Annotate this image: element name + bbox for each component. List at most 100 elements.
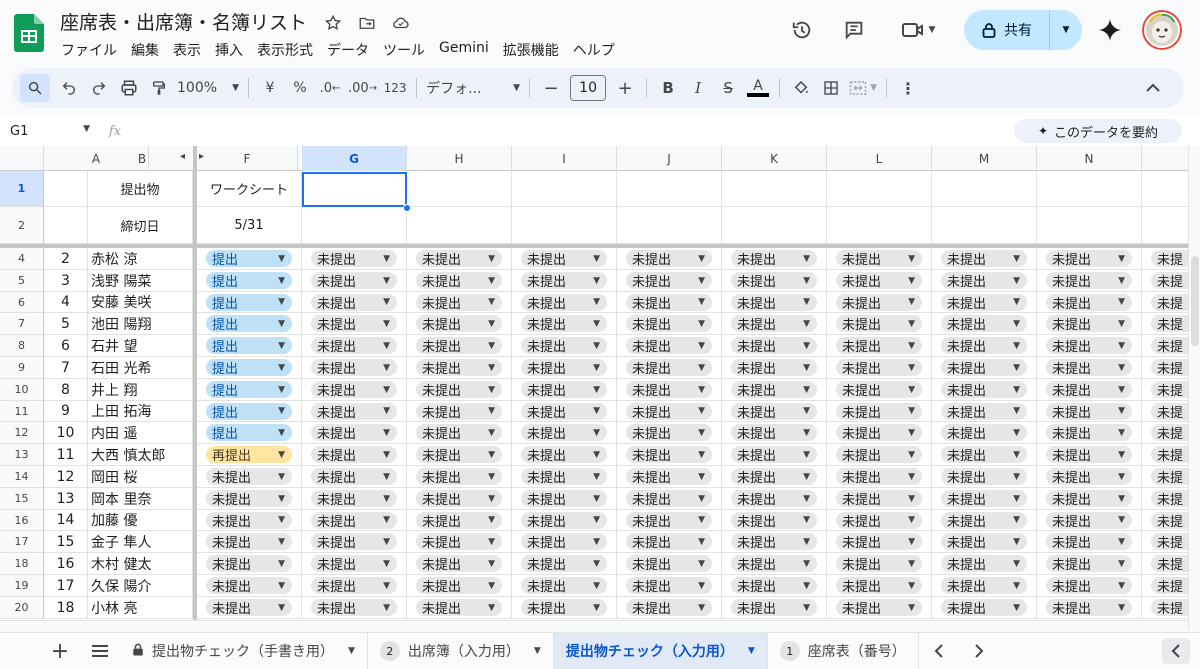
status-dropdown-chip[interactable]: 未提出 ▼ bbox=[626, 250, 712, 268]
submission-status-cell[interactable]: 未提出 ▼ bbox=[512, 531, 617, 553]
submission-status-cell[interactable]: 未提出 ▼ bbox=[1037, 379, 1142, 401]
student-name-cell[interactable]: 内田 遥 bbox=[88, 422, 193, 444]
share-dropdown-icon[interactable]: ▼ bbox=[1050, 25, 1082, 35]
submission-status-cell[interactable]: 提出 ▼ bbox=[197, 335, 302, 357]
submission-status-cell[interactable]: 未提出 ▼ bbox=[512, 466, 617, 488]
row-header-17[interactable]: 17 bbox=[0, 531, 44, 553]
submission-status-cell[interactable]: 未提出 ▼ bbox=[617, 510, 722, 531]
font-size-input[interactable]: 10 bbox=[570, 75, 607, 101]
submission-status-cell[interactable]: 未提出 ▼ bbox=[722, 335, 827, 357]
percent-format-button[interactable]: % bbox=[285, 74, 315, 102]
document-title[interactable]: 座席表・出席簿・名簿リスト bbox=[60, 8, 307, 35]
status-dropdown-chip[interactable]: 未提出 ▼ bbox=[731, 359, 817, 377]
submission-status-cell[interactable]: 未提出 ▼ bbox=[722, 488, 827, 510]
more-options-icon[interactable]: ⋮ bbox=[893, 74, 923, 102]
submission-status-cell[interactable]: 未提出 ▼ bbox=[512, 422, 617, 444]
horizontal-scrollbar[interactable] bbox=[0, 620, 1188, 632]
column-header-k[interactable]: K bbox=[722, 146, 827, 171]
status-dropdown-chip[interactable]: 未提出 ▼ bbox=[311, 402, 397, 421]
row-header-8[interactable]: 8 bbox=[0, 335, 44, 357]
submission-status-cell-partial[interactable]: 未提 bbox=[1142, 466, 1188, 488]
submission-status-cell[interactable]: 未提出 ▼ bbox=[722, 597, 827, 619]
status-dropdown-chip[interactable]: 未提 bbox=[1151, 250, 1188, 268]
submission-status-cell[interactable]: 未提出 ▼ bbox=[407, 401, 512, 422]
submission-status-cell[interactable]: 提出 ▼ bbox=[197, 292, 302, 313]
submission-status-cell[interactable]: 未提出 ▼ bbox=[407, 575, 512, 597]
menu-extensions[interactable]: 拡張機能 bbox=[496, 38, 566, 62]
status-dropdown-chip[interactable]: 未提出 ▼ bbox=[626, 599, 712, 617]
submission-status-cell[interactable]: 未提出 ▼ bbox=[512, 292, 617, 313]
status-dropdown-chip[interactable]: 未提出 ▼ bbox=[416, 402, 502, 421]
student-name-cell[interactable]: 池田 陽翔 bbox=[88, 313, 193, 335]
status-dropdown-chip[interactable]: 未提出 ▼ bbox=[941, 381, 1027, 399]
sheet-tab[interactable]: 提出物チェック（入力用） ▼ bbox=[553, 633, 768, 669]
submission-status-cell[interactable]: 未提出 ▼ bbox=[722, 575, 827, 597]
status-dropdown-chip[interactable]: 未提出 ▼ bbox=[311, 359, 397, 377]
student-name-cell[interactable]: 木村 健太 bbox=[88, 553, 193, 575]
submission-status-cell[interactable]: 未提出 ▼ bbox=[722, 466, 827, 488]
status-dropdown-chip[interactable]: 未提出 ▼ bbox=[416, 599, 502, 617]
status-dropdown-chip[interactable]: 未提出 ▼ bbox=[731, 293, 817, 312]
status-dropdown-chip[interactable]: 未提出 ▼ bbox=[206, 468, 292, 486]
status-dropdown-chip[interactable]: 未提出 ▼ bbox=[941, 555, 1027, 573]
student-number-cell[interactable]: 15 bbox=[44, 531, 88, 553]
share-button[interactable]: 共有 ▼ bbox=[964, 10, 1082, 50]
menu-insert[interactable]: 挿入 bbox=[208, 38, 250, 62]
status-dropdown-chip[interactable]: 未提出 ▼ bbox=[941, 468, 1027, 486]
student-number-cell[interactable]: 13 bbox=[44, 488, 88, 510]
submission-status-cell[interactable]: 未提出 ▼ bbox=[302, 466, 407, 488]
status-dropdown-chip[interactable]: 未提出 ▼ bbox=[836, 555, 922, 573]
row-header-11[interactable]: 11 bbox=[0, 401, 44, 422]
status-dropdown-chip[interactable]: 未提出 ▼ bbox=[1046, 599, 1132, 617]
status-dropdown-chip[interactable]: 未提出 ▼ bbox=[941, 490, 1027, 508]
submission-status-cell[interactable]: 未提出 ▼ bbox=[407, 444, 512, 466]
submission-status-cell-partial[interactable]: 未提 bbox=[1142, 575, 1188, 597]
submission-status-cell[interactable]: 未提出 ▼ bbox=[827, 510, 932, 531]
status-dropdown-chip[interactable]: 未提出 ▼ bbox=[311, 315, 397, 333]
menu-data[interactable]: データ bbox=[320, 38, 376, 62]
move-folder-icon[interactable] bbox=[354, 12, 380, 34]
status-dropdown-chip[interactable]: 未提出 ▼ bbox=[416, 555, 502, 573]
zoom-select[interactable]: 100% ▼ bbox=[174, 74, 242, 102]
submission-status-cell-partial[interactable]: 未提 bbox=[1142, 444, 1188, 466]
cell-empty[interactable] bbox=[1142, 207, 1188, 244]
submission-status-cell[interactable]: 提出 ▼ bbox=[197, 357, 302, 379]
status-dropdown-chip[interactable]: 未提出 ▼ bbox=[311, 468, 397, 486]
submission-status-cell-partial[interactable]: 未提 bbox=[1142, 248, 1188, 270]
menu-tools[interactable]: ツール bbox=[376, 38, 432, 62]
status-dropdown-chip[interactable]: 未提出 ▼ bbox=[731, 468, 817, 486]
submission-status-cell[interactable]: 未提出 ▼ bbox=[932, 357, 1037, 379]
cell-header-label[interactable]: 提出物 bbox=[88, 171, 193, 207]
frozen-column-divider[interactable] bbox=[193, 146, 197, 620]
submission-status-cell[interactable]: 未提出 ▼ bbox=[512, 553, 617, 575]
submission-status-cell[interactable]: 未提出 ▼ bbox=[932, 531, 1037, 553]
status-dropdown-chip[interactable]: 未提 bbox=[1151, 490, 1188, 508]
status-dropdown-chip[interactable]: 未提出 ▼ bbox=[731, 599, 817, 617]
menu-help[interactable]: ヘルプ bbox=[566, 38, 622, 62]
submission-status-cell[interactable]: 未提出 ▼ bbox=[722, 292, 827, 313]
status-dropdown-chip[interactable]: 未提出 ▼ bbox=[521, 359, 607, 377]
menu-format[interactable]: 表示形式 bbox=[250, 38, 320, 62]
status-dropdown-chip[interactable]: 未提出 ▼ bbox=[521, 272, 607, 290]
status-dropdown-chip[interactable]: 未提出 ▼ bbox=[731, 490, 817, 508]
submission-status-cell[interactable]: 未提出 ▼ bbox=[932, 292, 1037, 313]
student-number-cell[interactable]: 17 bbox=[44, 575, 88, 597]
status-dropdown-chip[interactable]: 未提出 ▼ bbox=[731, 272, 817, 290]
row-header-10[interactable]: 10 bbox=[0, 379, 44, 401]
submission-status-cell-partial[interactable]: 未提 bbox=[1142, 422, 1188, 444]
status-dropdown-chip[interactable]: 提出 ▼ bbox=[206, 424, 292, 442]
status-dropdown-chip[interactable]: 提出 ▼ bbox=[206, 293, 292, 312]
chevron-down-icon[interactable]: ▼ bbox=[348, 646, 355, 656]
all-sheets-icon[interactable] bbox=[80, 635, 120, 667]
submission-status-cell[interactable]: 未提出 ▼ bbox=[302, 510, 407, 531]
status-dropdown-chip[interactable]: 未提出 ▼ bbox=[836, 577, 922, 595]
status-dropdown-chip[interactable]: 未提出 ▼ bbox=[311, 337, 397, 355]
status-dropdown-chip[interactable]: 未提出 ▼ bbox=[311, 250, 397, 268]
submission-status-cell[interactable]: 未提出 ▼ bbox=[302, 531, 407, 553]
status-dropdown-chip[interactable]: 未提出 ▼ bbox=[206, 599, 292, 617]
submission-status-cell[interactable]: 未提出 ▼ bbox=[722, 510, 827, 531]
submission-status-cell[interactable]: 未提出 ▼ bbox=[932, 313, 1037, 335]
student-name-cell[interactable]: 上田 拓海 bbox=[88, 401, 193, 422]
status-dropdown-chip[interactable]: 未提 bbox=[1151, 337, 1188, 355]
number-format-button[interactable]: 123 bbox=[380, 74, 410, 102]
